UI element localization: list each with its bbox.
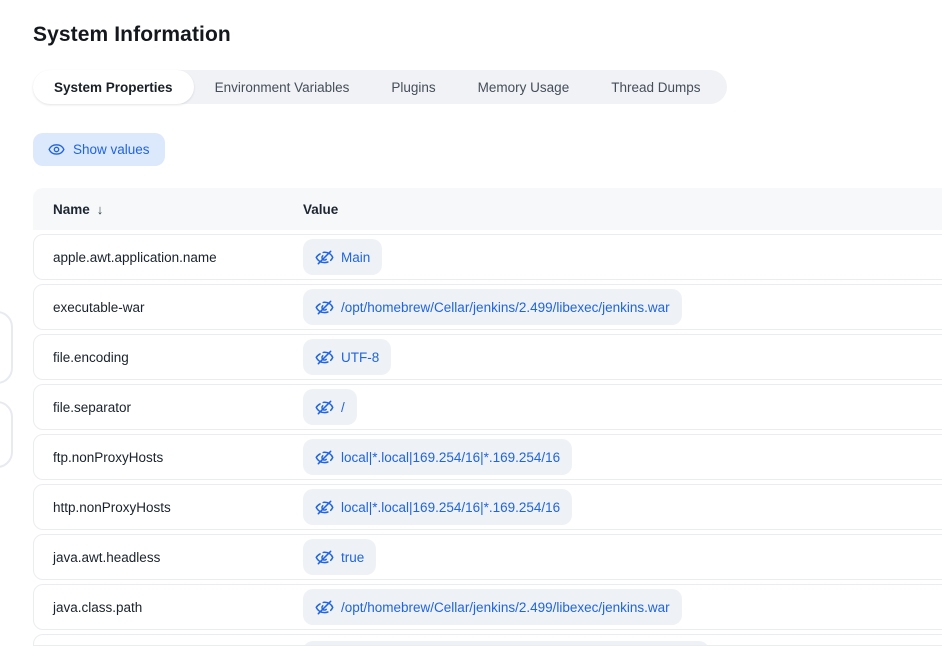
- table-row-partial: [33, 634, 942, 646]
- column-header-value: Value: [303, 202, 942, 217]
- hidden-value-chip[interactable]: true: [303, 539, 376, 575]
- property-value: UTF-8: [341, 350, 379, 365]
- table-row: java.awt.headless true: [33, 534, 942, 580]
- eye-off-icon: [315, 498, 334, 517]
- clipped-left-edge-button-bottom[interactable]: [0, 401, 13, 468]
- eye-off-icon: [315, 548, 334, 567]
- value-column-label: Value: [303, 202, 338, 217]
- system-properties-table: Name ↓ Value apple.awt.application.name …: [33, 188, 942, 646]
- property-value: local|*.local|169.254/16|*.169.254/16: [341, 450, 560, 465]
- hidden-value-chip[interactable]: Main: [303, 239, 382, 275]
- hidden-value-chip[interactable]: /opt/homebrew/Cellar/jenkins/2.499/libex…: [303, 589, 682, 625]
- property-value: true: [341, 550, 364, 565]
- name-column-label: Name: [53, 202, 90, 217]
- eye-icon: [48, 141, 65, 158]
- property-name: file.encoding: [34, 350, 303, 365]
- show-values-button[interactable]: Show values: [33, 133, 165, 166]
- table-row: java.class.path /opt/homebrew/Cellar/jen…: [33, 584, 942, 630]
- property-name: file.separator: [34, 400, 303, 415]
- table-row: apple.awt.application.name Main: [33, 234, 942, 280]
- hidden-value-chip[interactable]: /: [303, 389, 357, 425]
- table-row: executable-war /opt/homebrew/Cellar/jenk…: [33, 284, 942, 330]
- hidden-value-chip[interactable]: local|*.local|169.254/16|*.169.254/16: [303, 489, 572, 525]
- property-name: apple.awt.application.name: [34, 250, 303, 265]
- eye-off-icon: [315, 398, 334, 417]
- property-value: /: [341, 400, 345, 415]
- tab-memory-usage[interactable]: Memory Usage: [457, 70, 591, 104]
- property-name: ftp.nonProxyHosts: [34, 450, 303, 465]
- property-name: java.class.path: [34, 600, 303, 615]
- table-header: Name ↓ Value: [33, 188, 942, 230]
- eye-off-icon: [315, 448, 334, 467]
- system-information-page: { "page": { "title": "System Information…: [0, 0, 942, 635]
- hidden-value-chip[interactable]: UTF-8: [303, 339, 391, 375]
- property-value: local|*.local|169.254/16|*.169.254/16: [341, 500, 560, 515]
- table-row: file.separator /: [33, 384, 942, 430]
- property-value: Main: [341, 250, 370, 265]
- page-title: System Information: [33, 23, 231, 47]
- hidden-value-chip[interactable]: /opt/homebrew/Cellar/jenkins/2.499/libex…: [303, 289, 682, 325]
- property-name: executable-war: [34, 300, 303, 315]
- property-value: /opt/homebrew/Cellar/jenkins/2.499/libex…: [341, 600, 670, 615]
- eye-off-icon: [315, 298, 334, 317]
- clipped-left-edge-button-top[interactable]: [0, 311, 13, 384]
- table-row: file.encoding UTF-8: [33, 334, 942, 380]
- eye-off-icon: [315, 348, 334, 367]
- table-row: http.nonProxyHosts local|*.local|169.254…: [33, 484, 942, 530]
- sort-descending-icon: ↓: [97, 202, 104, 217]
- show-values-label: Show values: [73, 142, 150, 157]
- hidden-value-chip[interactable]: local|*.local|169.254/16|*.169.254/16: [303, 439, 572, 475]
- tab-thread-dumps[interactable]: Thread Dumps: [590, 70, 721, 104]
- tab-bar: System PropertiesEnvironment VariablesPl…: [33, 70, 727, 104]
- eye-off-icon: [315, 248, 334, 267]
- property-name: java.awt.headless: [34, 550, 303, 565]
- property-name: http.nonProxyHosts: [34, 500, 303, 515]
- property-value: /opt/homebrew/Cellar/jenkins/2.499/libex…: [341, 300, 670, 315]
- tab-plugins[interactable]: Plugins: [370, 70, 456, 104]
- tab-environment-variables[interactable]: Environment Variables: [194, 70, 371, 104]
- eye-off-icon: [315, 598, 334, 617]
- hidden-value-chip-partial: [303, 641, 709, 646]
- tab-system-properties[interactable]: System Properties: [33, 70, 194, 104]
- table-row: ftp.nonProxyHosts local|*.local|169.254/…: [33, 434, 942, 480]
- column-header-name[interactable]: Name ↓: [33, 202, 303, 217]
